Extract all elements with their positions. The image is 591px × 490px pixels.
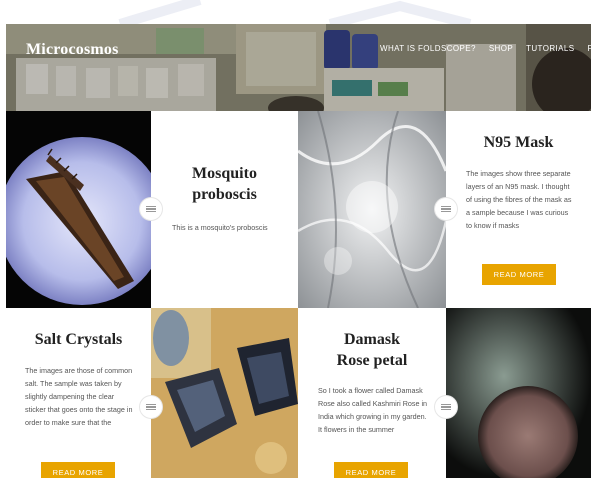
post-title[interactable]: Salt Crystals [6,329,151,350]
site-frame: Microcosmos WHAT IS FOLDSCOPE? SHOP TUTO… [6,24,591,478]
nav-item-what-is-foldscope[interactable]: WHAT IS FOLDSCOPE? [380,44,476,53]
post-image-n95-mask[interactable] [298,111,446,308]
post-excerpt: This is a mosquito's proboscis [172,223,268,232]
post-format-icon [435,396,457,418]
excerpt-fade [298,435,446,457]
excerpt-fade [446,233,591,255]
post-image-mosquito[interactable] [6,111,151,308]
post-format-icon [435,198,457,220]
site-header: Microcosmos WHAT IS FOLDSCOPE? SHOP TUTO… [6,24,591,111]
read-more-button[interactable]: READ MORE [334,462,408,478]
post-excerpt: The images are those of common salt. The… [25,366,133,427]
site-brand[interactable]: Microcosmos [26,41,119,59]
read-more-button[interactable]: READ MORE [41,462,115,478]
post-title[interactable]: Damask Rose petal [298,329,446,371]
post-format-icon [140,396,162,418]
post-card-salt-crystals[interactable]: Salt Crystals The images are those of co… [6,308,151,478]
nav-item-tutorials[interactable]: TUTORIALS [526,44,574,53]
post-excerpt: So I took a flower called Damask Rose al… [318,386,428,434]
post-card-mosquito[interactable]: Mosquito proboscis This is a mosquito's … [151,111,298,308]
post-card-n95-mask[interactable]: N95 Mask The images show three separate … [446,111,591,308]
post-title[interactable]: Mosquito proboscis [151,163,298,205]
excerpt-fade [6,429,151,451]
nav-item-shop[interactable]: SHOP [489,44,513,53]
post-excerpt: The images show three separate layers of… [466,169,572,230]
read-more-button[interactable]: READ MORE [482,264,556,285]
post-title[interactable]: N95 Mask [446,132,591,153]
post-image-salt-crystals[interactable] [151,308,298,478]
nav-item-more[interactable]: FO [587,44,591,53]
post-image-damask-rose[interactable] [446,308,591,478]
post-card-damask-rose[interactable]: Damask Rose petal So I took a flower cal… [298,308,446,478]
main-nav: WHAT IS FOLDSCOPE? SHOP TUTORIALS FO [380,44,591,53]
header-overlay [6,24,591,111]
post-format-icon [140,198,162,220]
watermark-strip [0,0,591,24]
